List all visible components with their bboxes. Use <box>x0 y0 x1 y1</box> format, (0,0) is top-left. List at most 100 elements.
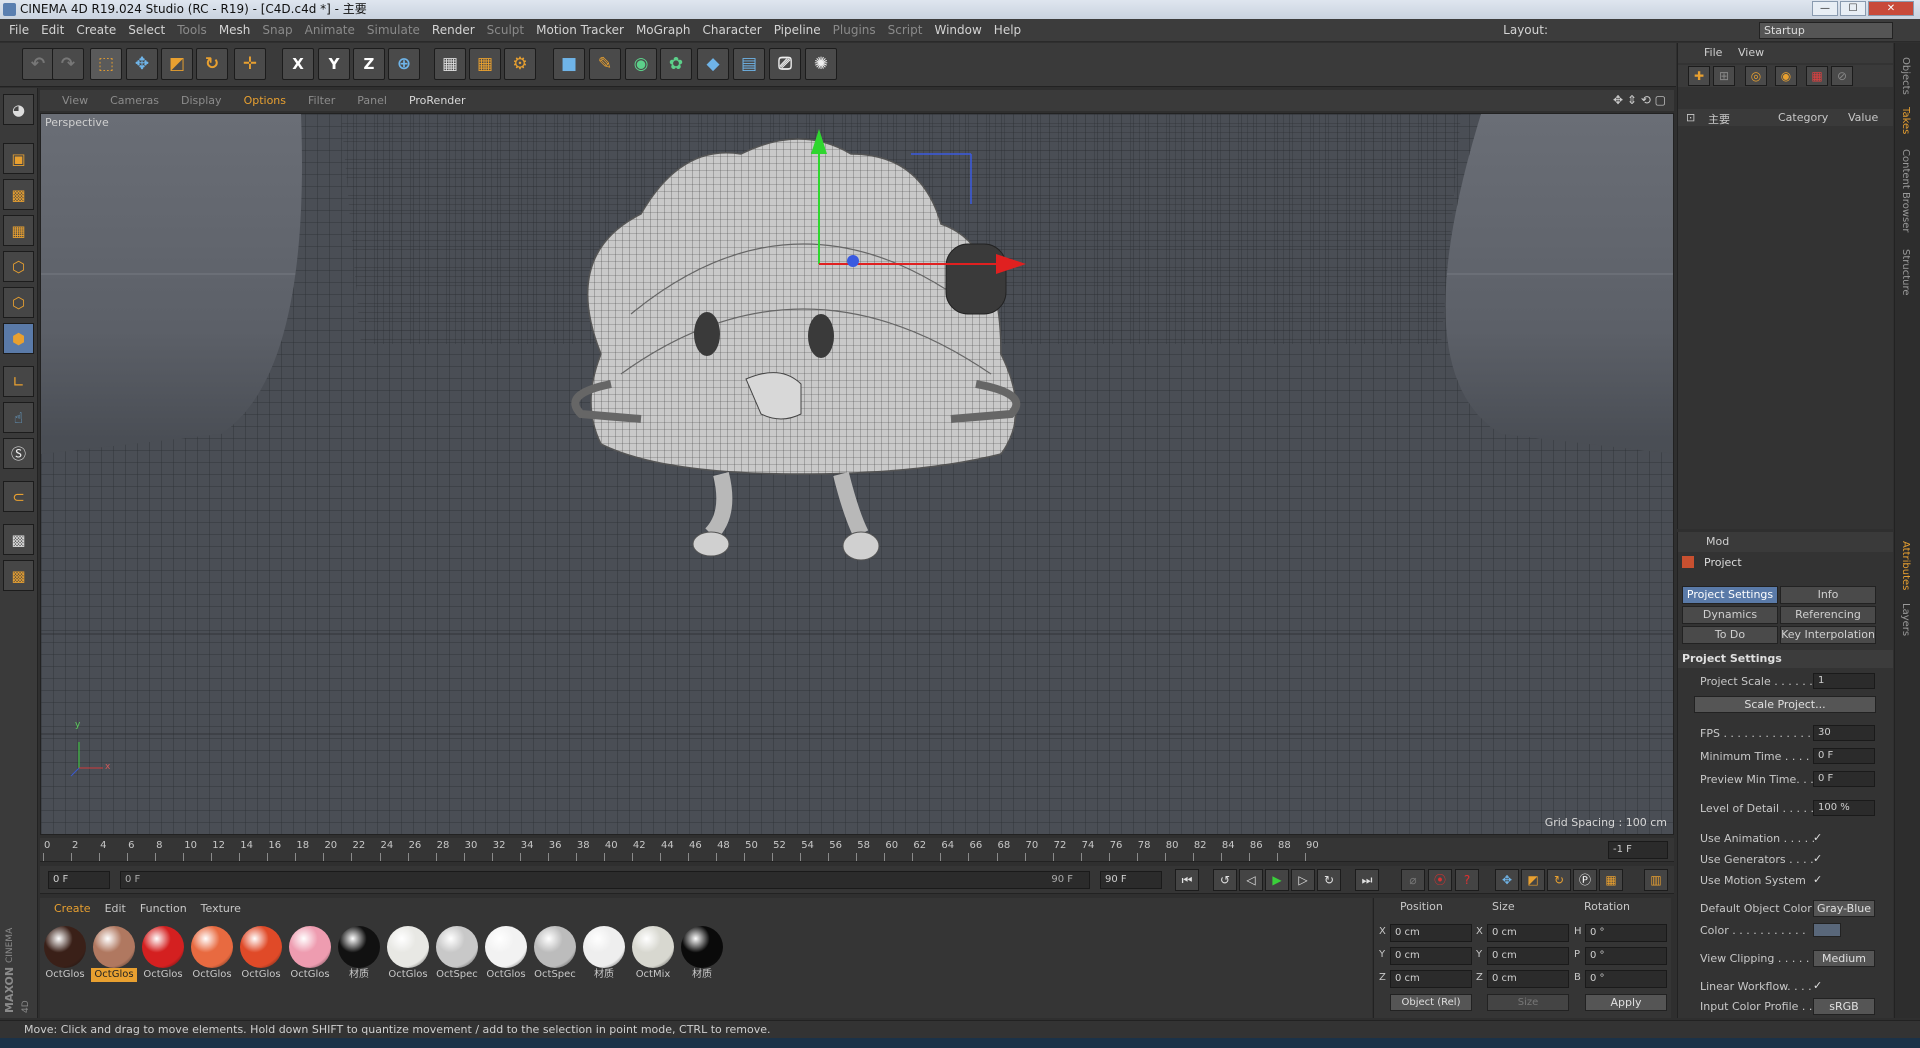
menu-window[interactable]: Window <box>928 19 987 42</box>
z-axis-button[interactable]: Z <box>353 48 385 80</box>
size-y-field[interactable]: 0 cm <box>1487 947 1569 965</box>
lod-field[interactable]: 100 % <box>1813 800 1875 816</box>
material-swatch[interactable]: OctGlos <box>287 924 333 982</box>
menu-plugins[interactable]: Plugins <box>827 19 882 42</box>
material-menu-edit[interactable]: Edit <box>105 898 126 920</box>
menu-mesh[interactable]: Mesh <box>213 19 257 42</box>
color-swatch[interactable] <box>1813 923 1841 937</box>
view-clipping-select[interactable]: Medium <box>1813 950 1875 967</box>
key-parameter-icon[interactable]: Ⓟ <box>1573 869 1597 891</box>
workplane-icon[interactable]: ▦ <box>3 215 34 246</box>
take-add-icon[interactable]: ✚ <box>1688 66 1710 86</box>
om-menu-view[interactable]: View <box>1738 46 1764 59</box>
make-editable-icon[interactable]: ◕ <box>3 94 34 125</box>
close-button[interactable]: ✕ <box>1868 1 1914 16</box>
material-swatch[interactable]: OctGlos <box>189 924 235 982</box>
viewport[interactable]: Perspective y x Grid Spacing : 100 cm <box>40 113 1674 835</box>
tab-project-settings[interactable]: Project Settings <box>1682 586 1778 604</box>
go-to-start-icon[interactable]: ⏮ <box>1175 869 1199 891</box>
menu-pipeline[interactable]: Pipeline <box>768 19 827 42</box>
material-swatch[interactable]: 材质 <box>679 924 725 982</box>
override-group-icon[interactable]: ◉ <box>1775 66 1797 86</box>
light-icon[interactable]: ✺ <box>805 48 837 80</box>
points-mode-icon[interactable]: ⬡ <box>3 251 34 282</box>
material-swatch[interactable]: OctGlos <box>140 924 186 982</box>
fps-field[interactable]: 30 <box>1813 725 1875 741</box>
record-keys-icon[interactable]: ⌀ <box>1401 869 1425 891</box>
key-rotation-icon[interactable]: ↻ <box>1547 869 1571 891</box>
move-tool-icon[interactable]: ✥ <box>126 48 158 80</box>
default-color-select[interactable]: Gray-Blue <box>1813 900 1875 917</box>
menu-create[interactable]: Create <box>70 19 122 42</box>
viewport-menu-options[interactable]: Options <box>244 90 286 111</box>
scale-project-button[interactable]: Scale Project... <box>1694 696 1876 713</box>
play-icon[interactable]: ▶ <box>1265 869 1289 891</box>
viewport-menu-prorender[interactable]: ProRender <box>409 90 466 111</box>
material-swatch[interactable]: OctGlos <box>42 924 88 982</box>
override-icon[interactable]: ◎ <box>1745 66 1767 86</box>
material-swatch[interactable]: 材质 <box>336 924 382 982</box>
material-swatch[interactable]: OctMix <box>630 924 676 982</box>
lock-overrides-icon[interactable]: ⊘ <box>1831 66 1853 86</box>
apply-button[interactable]: Apply <box>1585 994 1667 1011</box>
menu-help[interactable]: Help <box>988 19 1027 42</box>
tab-referencing[interactable]: Referencing <box>1780 606 1876 624</box>
size-z-field[interactable]: 0 cm <box>1487 970 1569 988</box>
take-clone-icon[interactable]: ⊞ <box>1713 66 1735 86</box>
material-swatch[interactable]: OctSpec <box>532 924 578 982</box>
take-root-item[interactable]: 主要 <box>1708 111 1730 127</box>
render-picture-viewer-icon[interactable]: ▦ <box>469 48 501 80</box>
recent-tools-icon[interactable]: ✛ <box>234 48 266 80</box>
model-mode-icon[interactable]: ▣ <box>3 143 34 174</box>
tab-info[interactable]: Info <box>1780 586 1876 604</box>
polygons-mode-icon[interactable]: ⬢ <box>3 323 34 354</box>
tab-key-interpolation[interactable]: Key Interpolation <box>1780 626 1876 644</box>
viewport-menu-cameras[interactable]: Cameras <box>110 90 159 111</box>
rotation-p-field[interactable]: 0 ° <box>1585 947 1667 965</box>
rotate-tool-icon[interactable]: ↻ <box>196 48 228 80</box>
key-scale-icon[interactable]: ◩ <box>1521 869 1545 891</box>
rotation-b-field[interactable]: 0 ° <box>1585 970 1667 988</box>
tab-takes[interactable]: Takes <box>1900 107 1911 134</box>
use-generators-checkbox[interactable]: ✓ <box>1813 853 1825 865</box>
auto-take-icon[interactable]: ▦ <box>1806 66 1828 86</box>
floor-icon[interactable]: ▤ <box>733 48 765 80</box>
coordinate-mode-select[interactable]: Object (Rel) <box>1390 994 1472 1011</box>
position-x-field[interactable]: 0 cm <box>1390 924 1472 942</box>
redo-icon[interactable]: ↷ <box>52 48 84 80</box>
menu-select[interactable]: Select <box>122 19 171 42</box>
previous-key-icon[interactable]: ↺ <box>1213 869 1237 891</box>
size-x-field[interactable]: 0 cm <box>1487 924 1569 942</box>
min-time-field[interactable]: 0 F <box>1813 748 1875 764</box>
frame-range-slider[interactable]: 0 F 90 F <box>120 871 1090 889</box>
material-menu-texture[interactable]: Texture <box>201 898 241 920</box>
menu-snap[interactable]: Snap <box>256 19 298 42</box>
tweak-mode-icon[interactable]: ☝ <box>3 402 34 433</box>
material-swatch[interactable]: OctGlos <box>483 924 529 982</box>
menu-mograph[interactable]: MoGraph <box>630 19 697 42</box>
start-frame-field[interactable]: 0 F <box>48 871 110 889</box>
y-axis-button[interactable]: Y <box>318 48 350 80</box>
material-menu-function[interactable]: Function <box>140 898 187 920</box>
x-axis-button[interactable]: X <box>282 48 314 80</box>
viewport-menu-view[interactable]: View <box>62 90 88 111</box>
position-y-field[interactable]: 0 cm <box>1390 947 1472 965</box>
cloner-icon[interactable]: ✿ <box>660 48 692 80</box>
om-menu-file[interactable]: File <box>1704 46 1722 59</box>
tab-to-do[interactable]: To Do <box>1682 626 1778 644</box>
menu-render[interactable]: Render <box>426 19 481 42</box>
go-to-end-icon[interactable]: ⏭ <box>1355 869 1379 891</box>
camera-icon[interactable]: ⎚ <box>769 48 801 80</box>
tab-content-browser[interactable]: Content Browser <box>1900 149 1911 232</box>
material-menu-create[interactable]: Create <box>54 898 91 920</box>
tab-structure[interactable]: Structure <box>1900 249 1911 296</box>
coordinate-system-icon[interactable]: ⊕ <box>388 48 420 80</box>
viewport-menu-filter[interactable]: Filter <box>308 90 335 111</box>
timeline-window-icon[interactable]: ▥ <box>1644 869 1668 891</box>
tab-attributes[interactable]: Attributes <box>1900 541 1911 590</box>
preview-min-field[interactable]: 0 F <box>1813 771 1875 787</box>
menu-script[interactable]: Script <box>882 19 929 42</box>
planar-workplane-icon[interactable]: ▩ <box>3 560 34 591</box>
menu-tools[interactable]: Tools <box>171 19 213 42</box>
cube-icon[interactable]: ■ <box>553 48 585 80</box>
